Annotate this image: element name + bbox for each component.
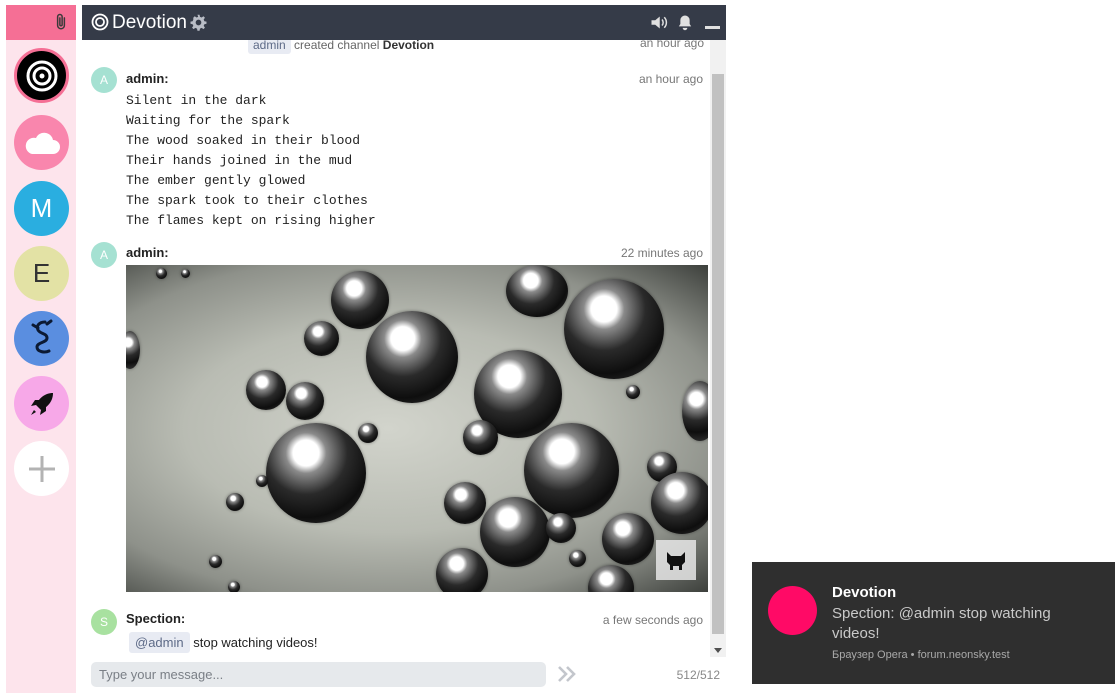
scrollbar[interactable] — [710, 40, 726, 657]
message-line: The wood soaked in their blood — [126, 133, 361, 148]
message-line: Their hands joined in the mud — [126, 153, 353, 168]
video-embed[interactable] — [126, 265, 708, 592]
message-input[interactable] — [91, 662, 546, 687]
message-line: The ember gently glowed — [126, 173, 306, 188]
message-author[interactable]: admin: — [126, 245, 169, 260]
message-timestamp: an hour ago — [638, 72, 703, 86]
message-author[interactable]: admin: — [126, 71, 169, 86]
server-dragon[interactable] — [14, 311, 69, 366]
notification-body: Spection: @admin stop watching videos! — [832, 605, 1051, 642]
message-line: Silent in the dark — [126, 93, 267, 108]
server-letter: M — [30, 193, 53, 223]
message-body: @admin stop watching videos! — [129, 632, 318, 653]
channel-header: Devotion — [82, 5, 726, 40]
minimize-icon[interactable] — [705, 26, 720, 29]
message-timestamp: 22 minutes ago — [620, 246, 703, 260]
scroll-thumb[interactable] — [712, 74, 724, 634]
message-author[interactable]: Spection: — [126, 611, 185, 626]
system-channel: Devotion — [382, 40, 435, 52]
notification-title: Devotion — [832, 584, 897, 601]
server-rocket[interactable] — [14, 376, 69, 431]
message-timestamp: a few seconds ago — [602, 613, 703, 627]
channel-title: Devotion — [112, 12, 187, 33]
target-icon — [26, 60, 57, 91]
mention-badge[interactable]: @admin — [129, 632, 190, 653]
server-devotion[interactable] — [14, 48, 69, 103]
rocket-icon — [30, 392, 53, 415]
server-rail: M E — [6, 5, 76, 693]
paperclip-icon[interactable] — [52, 13, 70, 31]
avatar[interactable]: A — [91, 67, 117, 93]
message-line: The flames kept on rising higher — [126, 213, 376, 228]
gear-icon[interactable] — [190, 14, 207, 31]
add-server-button[interactable] — [14, 441, 69, 496]
message-text: stop watching videos! — [193, 635, 318, 650]
notification-avatar — [768, 586, 817, 635]
message-line: The spark took to their clothes — [126, 193, 368, 208]
message-composer: 512/512 — [82, 657, 726, 693]
server-letter: E — [32, 258, 51, 288]
system-message: admin created channel Devotion — [248, 40, 434, 54]
character-counter: 512/512 — [676, 668, 720, 682]
notification-source: Браузер Opera • forum.neonsky.test — [832, 649, 1010, 661]
cloud-icon — [25, 132, 60, 154]
system-timestamp: an hour ago — [639, 40, 704, 50]
message-line: Waiting for the spark — [126, 113, 290, 128]
monstercat-icon — [656, 540, 696, 580]
double-chevron-right-icon[interactable] — [557, 665, 577, 683]
mention-badge[interactable]: admin — [248, 40, 291, 54]
dragon-icon — [31, 319, 52, 353]
plus-icon — [28, 455, 55, 482]
scroll-down-arrow-icon[interactable] — [714, 648, 722, 653]
message-list: admin created channel Devotion an hour a… — [82, 40, 710, 657]
target-icon — [91, 13, 109, 31]
system-text: created channel — [294, 40, 380, 52]
chat-app: M E Devotion admin created channel Devot… — [6, 5, 726, 693]
server-cloud[interactable] — [14, 115, 69, 170]
volume-icon[interactable] — [650, 14, 668, 31]
rail-header — [6, 5, 76, 40]
avatar[interactable]: S — [91, 609, 117, 635]
desktop-notification[interactable]: Devotion Spection: @admin stop watching … — [752, 562, 1115, 684]
bell-icon[interactable] — [677, 14, 693, 31]
server-m[interactable]: M — [14, 181, 69, 236]
message-body: Silent in the dark Waiting for the spark… — [126, 91, 376, 231]
avatar[interactable]: A — [91, 242, 117, 268]
server-e[interactable]: E — [14, 246, 69, 301]
